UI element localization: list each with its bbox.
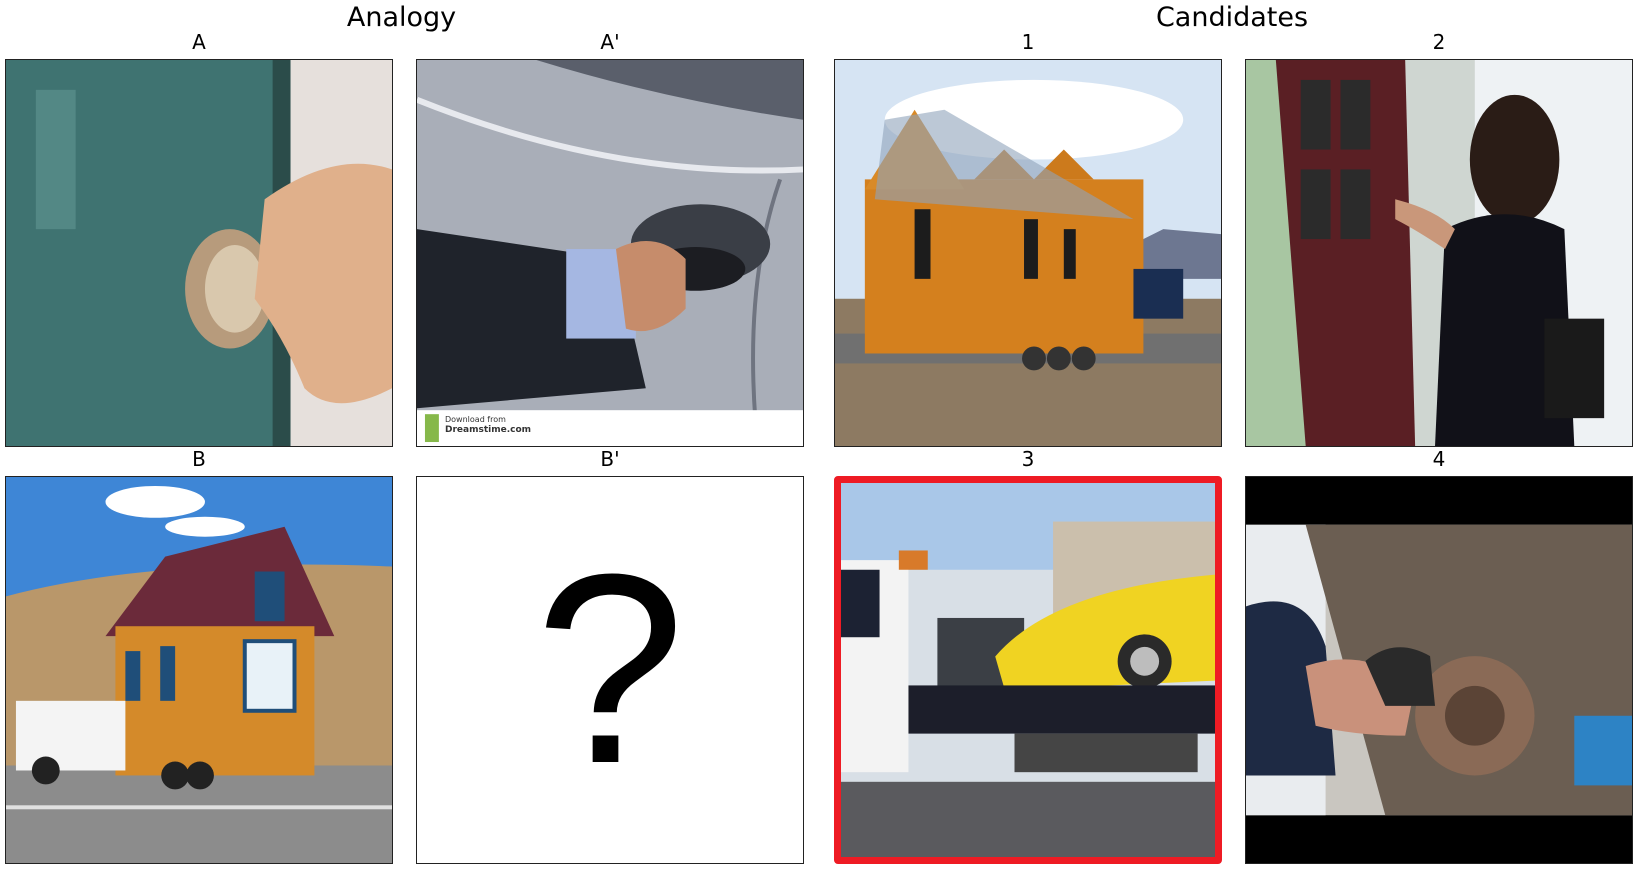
panel-b-image	[5, 476, 393, 864]
panel-b-prime: B' ?	[416, 447, 804, 864]
candidate-1-image	[834, 59, 1222, 447]
panel-a-prime-image: Download from Dreamstime.com	[416, 59, 804, 447]
panel-a-image	[5, 59, 393, 447]
question-mark: ?	[534, 519, 686, 820]
candidate-2-image	[1245, 59, 1633, 447]
candidate-1[interactable]: 1	[834, 30, 1222, 447]
panel-a-prime-label: A'	[600, 30, 620, 54]
candidate-3-image	[834, 476, 1222, 864]
panel-a-label: A	[192, 30, 206, 54]
panel-b-prime-label: B'	[600, 447, 620, 471]
panel-b: B	[5, 447, 393, 864]
panel-a-prime: A' Download from Dreamstime.com	[416, 30, 804, 447]
watermark-line2: Dreamstime.com	[445, 425, 532, 435]
candidate-4-image	[1245, 476, 1633, 864]
candidate-2-label: 2	[1432, 30, 1446, 54]
candidate-3-label: 3	[1021, 447, 1035, 471]
candidate-1-label: 1	[1021, 30, 1035, 54]
candidate-4-label: 4	[1432, 447, 1446, 471]
panel-b-prime-frame: ?	[416, 476, 804, 864]
candidate-2[interactable]: 2	[1245, 30, 1633, 447]
candidate-3[interactable]: 3	[834, 447, 1222, 864]
candidate-4[interactable]: 4	[1245, 447, 1633, 864]
panel-b-label: B	[192, 447, 206, 471]
panel-a: A	[5, 30, 393, 447]
